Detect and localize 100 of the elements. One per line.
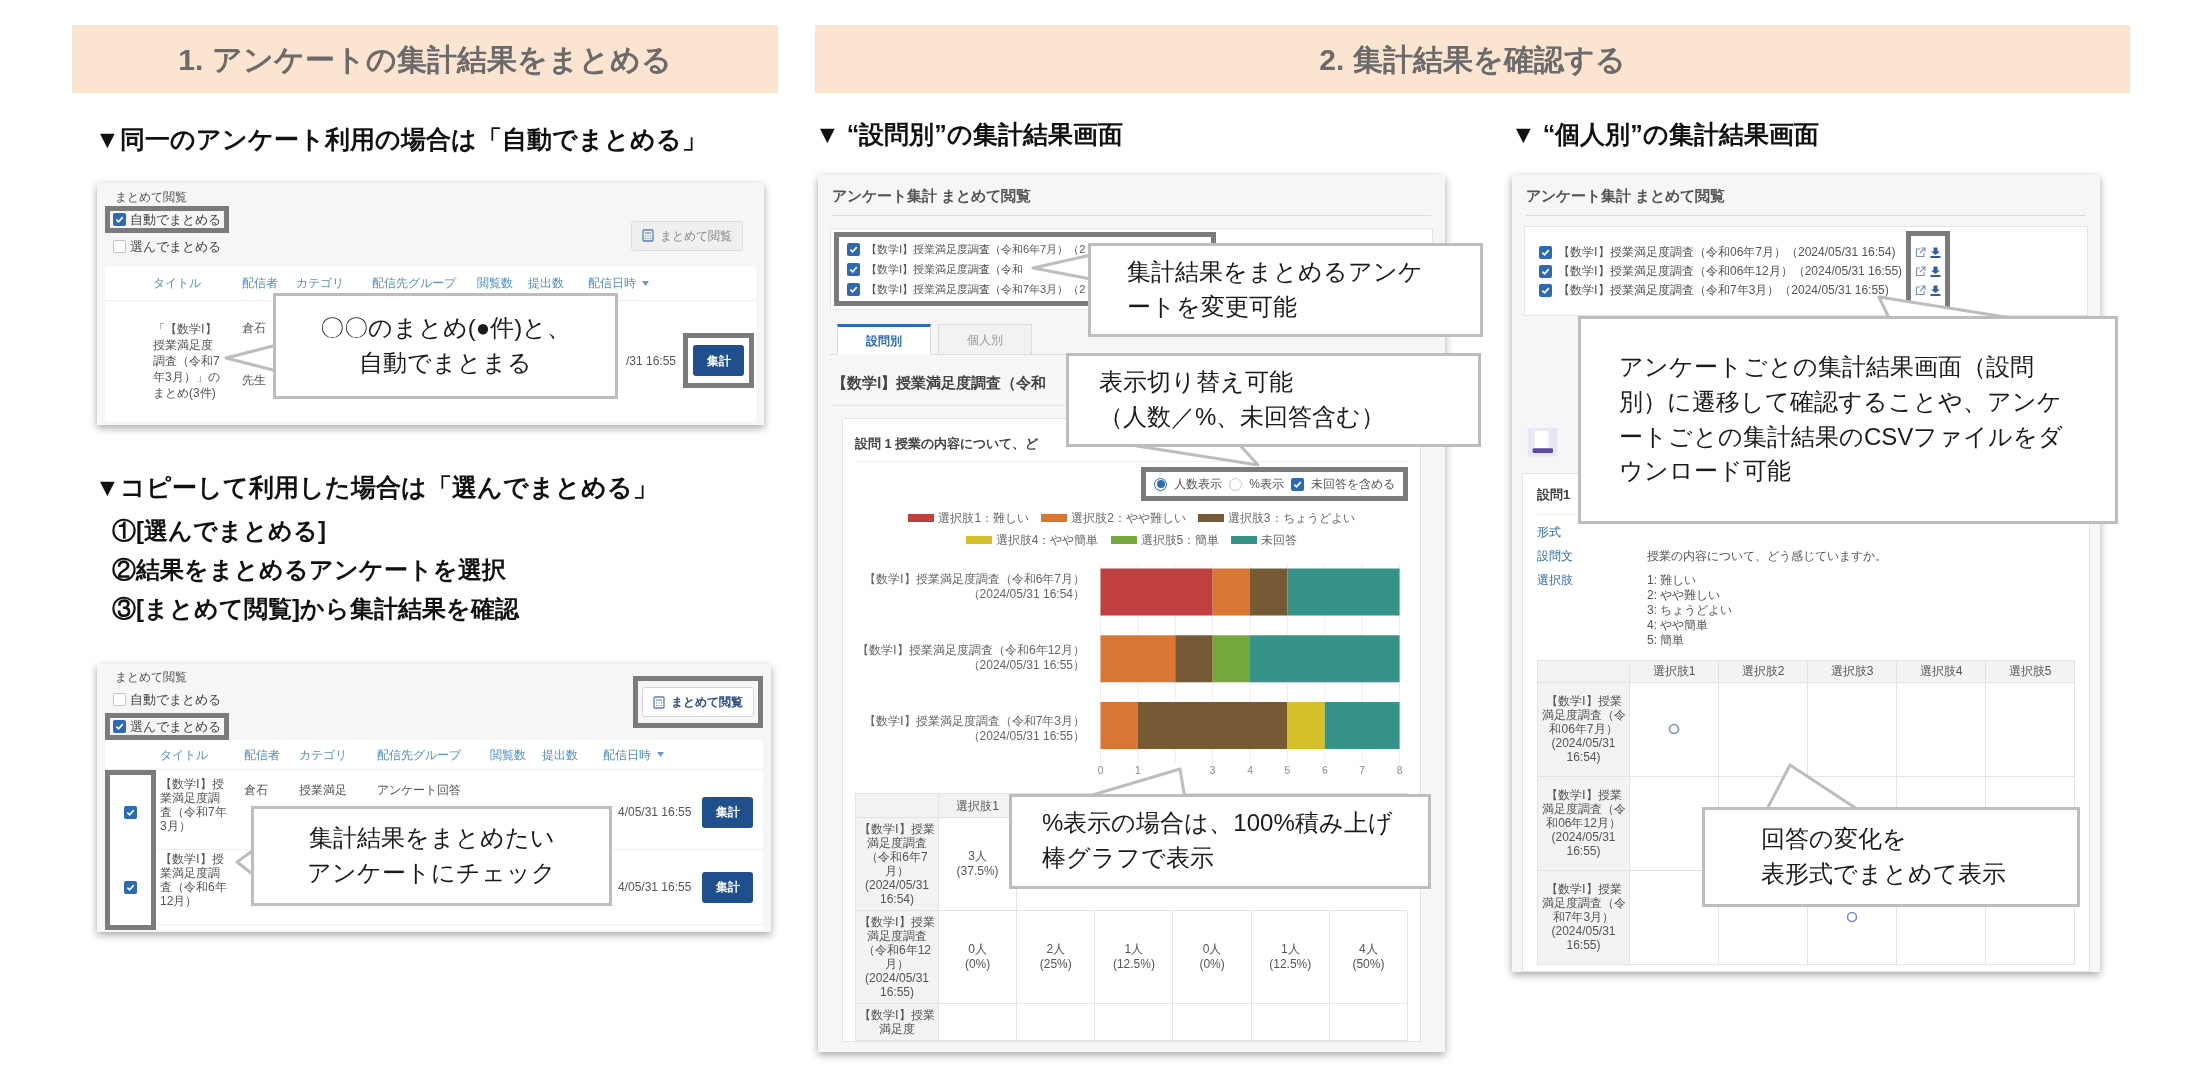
table-cell-text: 【数学Ⅰ】授業満足度調査（令和7年3月） — [160, 777, 228, 833]
checkbox[interactable] — [1291, 477, 1304, 491]
column-header: 選択肢3 — [1830, 663, 1874, 680]
checkbox[interactable] — [124, 881, 137, 894]
column-header: 選択肢5 — [2008, 663, 2052, 680]
axis-label: 【数学Ⅰ】授業満足度調査（令和6年7月）（2024/05/31 16:54） — [862, 571, 1085, 603]
checkbox[interactable] — [847, 242, 860, 256]
legend-label: 選択肢2：やや難しい — [1071, 510, 1186, 527]
view-button[interactable]: まとめて閲覧 — [642, 687, 754, 717]
column-header: 提出数 — [542, 746, 578, 764]
axis-tick-label: 6 — [1321, 765, 1328, 777]
field-value: 授業の内容について、どう感じていますか。 — [1647, 548, 1887, 564]
question-title: 設問 1 授業の内容について、ど — [855, 436, 1039, 451]
column-header: 選択肢2 — [1741, 663, 1785, 680]
option-label[interactable]: 人数表示 — [1174, 475, 1223, 493]
option-label[interactable]: 未回答を含める — [1311, 475, 1395, 493]
question-title: 設問1 — [1537, 486, 1571, 502]
column-header: 配信日時 — [603, 746, 651, 764]
survey-title: 【数学Ⅰ】授業満足度調査（令和 — [832, 374, 1046, 391]
callout-text: 表示切り替え可能 — [1099, 366, 1293, 397]
option-label[interactable]: 選んでまとめる — [130, 237, 221, 255]
section-label: まとめて閲覧 — [114, 188, 187, 206]
section-heading: ▼同一のアンケート利用の場合は「自動でまとめる」 — [95, 125, 707, 153]
checkbox[interactable] — [113, 693, 126, 706]
table-cell-text: 先生 — [242, 371, 266, 389]
axis-label: 【数学Ⅰ】授業満足度調査（令和7年3月）（2024/05/31 16:55） — [862, 713, 1085, 745]
callout-text: （人数／%、未回答含む） — [1099, 401, 1386, 432]
table-cell: 倉石 — [244, 783, 268, 797]
section-heading: ▼ “設問別”の集計結果画面 — [815, 120, 1123, 148]
callout-text: 自動でまとまる — [359, 347, 532, 378]
column-header: 閲覧数 — [477, 275, 513, 292]
survey-label: 【数学Ⅰ】授業満足度調査（令和06年12月）（2024/05/31 16:55) — [1558, 263, 1903, 280]
axis-tick-label: 0 — [1097, 765, 1104, 777]
option-label[interactable]: %表示 — [1249, 475, 1284, 493]
checkbox[interactable] — [113, 720, 126, 733]
step-text: ③[まとめて閲覧]から集計結果を確認 — [112, 594, 519, 624]
survey-label: 【数学Ⅰ】授業満足度調査（令和6年7月）（2 — [866, 241, 1086, 257]
row-header: 【数学Ⅰ】授業満足度調査（令和06年12月）(2024/05/31 16:55) — [1541, 788, 1626, 858]
table-cell: 「【数学Ⅰ】授業満足度調査（令和7年3月）」のまとめ(3件) — [153, 320, 221, 401]
checkbox[interactable] — [1539, 245, 1552, 259]
column-header: カテゴリ — [296, 275, 344, 292]
column-header: カテゴリ — [299, 746, 347, 764]
radio-button[interactable] — [1154, 477, 1168, 491]
download-icon[interactable] — [1930, 265, 1942, 277]
column-header: 選択肢4 — [1919, 663, 1963, 680]
column-header: 配信先グループ — [377, 746, 461, 764]
column-header: 閲覧数 — [490, 746, 526, 764]
axis-tick-label: 7 — [1359, 765, 1366, 777]
callout-text: 回答の変化を — [1761, 823, 1907, 854]
checkbox[interactable] — [847, 262, 860, 276]
section-heading: ▼コピーして利用した場合は「選んでまとめる」 — [95, 472, 658, 501]
section-heading: ▼ “個人別”の集計結果画面 — [1511, 120, 1819, 148]
callout-text: 表形式でまとめて表示 — [1761, 858, 2006, 889]
download-icon[interactable] — [1930, 284, 1942, 296]
aggregate-button[interactable]: 集計 — [702, 871, 753, 903]
axis-tick-label: 1 — [1135, 765, 1141, 777]
option-label[interactable]: 選んでまとめる — [130, 718, 221, 735]
field-label: 形式 — [1537, 524, 1561, 540]
row-header: 【数学Ⅰ】授業満足度調査（令和06年7月）(2024/05/31 16:54) — [1541, 694, 1626, 764]
row-header: 【数学Ⅰ】授業満足度調査（令和6年12月）(2024/05/31 16:55) — [859, 915, 935, 999]
checkbox[interactable] — [1539, 283, 1552, 297]
field-label: 選択肢 — [1537, 572, 1573, 589]
download-icon[interactable] — [1930, 246, 1942, 258]
legend-label: 未回答 — [1261, 532, 1298, 549]
option-label[interactable]: 自動でまとめる — [130, 691, 221, 708]
sort-caret-icon[interactable] — [657, 752, 664, 757]
checkbox[interactable] — [1539, 264, 1552, 278]
option-label[interactable]: 自動でまとめる — [130, 210, 221, 228]
cell-value: 4人 (50%) — [1352, 942, 1385, 972]
table-cell: アンケート回答 — [377, 783, 461, 797]
screen-title: アンケート集計 まとめて閲覧 — [832, 174, 1431, 216]
table-cell-text: 4/05/31 16:55 — [618, 804, 692, 821]
table-cell-text: 4/05/31 16:55 — [618, 879, 692, 896]
row-header: 【数学Ⅰ】授業満足度調査（令和6年7月）(2024/05/31 16:54) — [859, 822, 935, 906]
aggregate-button[interactable]: 集計 — [693, 345, 744, 376]
table-cell-text: 【数学Ⅰ】授業満足度調査（令和6年12月） — [160, 852, 228, 908]
checkbox[interactable] — [124, 806, 137, 819]
external-link-icon[interactable] — [1915, 284, 1927, 296]
survey-label: 【数学Ⅰ】授業満足度調査（令和7年3月）（2 — [866, 281, 1086, 297]
section-banner: 2. 集計結果を確認する — [815, 25, 2130, 93]
axis-tick-label: 8 — [1396, 765, 1403, 777]
column-header: タイトル — [153, 275, 201, 292]
external-link-icon[interactable] — [1915, 265, 1927, 277]
callout-text: アンケートごとの集計結果画面（設問別）に遷移して確認することや、アンケートごとの集計結果のCSVファイルをダウンロード可能 — [1619, 351, 2065, 487]
axis-label: 【数学Ⅰ】授業満足度調査（令和6年12月）（2024/05/31 16:55） — [855, 642, 1085, 674]
table-cell-text: 倉石 — [242, 319, 266, 337]
row-header: 【数学Ⅰ】授業満足度 — [859, 1008, 935, 1036]
radio-button[interactable] — [1229, 477, 1243, 491]
column-header: 配信者 — [244, 746, 280, 764]
column-header: 選択肢1 — [956, 797, 999, 815]
aggregate-button[interactable]: 集計 — [702, 796, 753, 828]
column-header: タイトル — [160, 746, 208, 764]
table-cell: 授業満足 — [299, 783, 347, 797]
tab[interactable]: 設問別 — [837, 324, 931, 355]
external-link-icon[interactable] — [1915, 246, 1927, 258]
checkbox[interactable] — [847, 282, 860, 296]
legend-label: 選択肢1：難しい — [938, 510, 1030, 527]
sort-caret-icon[interactable] — [642, 280, 649, 286]
checkbox[interactable] — [113, 239, 126, 253]
checkbox[interactable] — [113, 212, 126, 226]
